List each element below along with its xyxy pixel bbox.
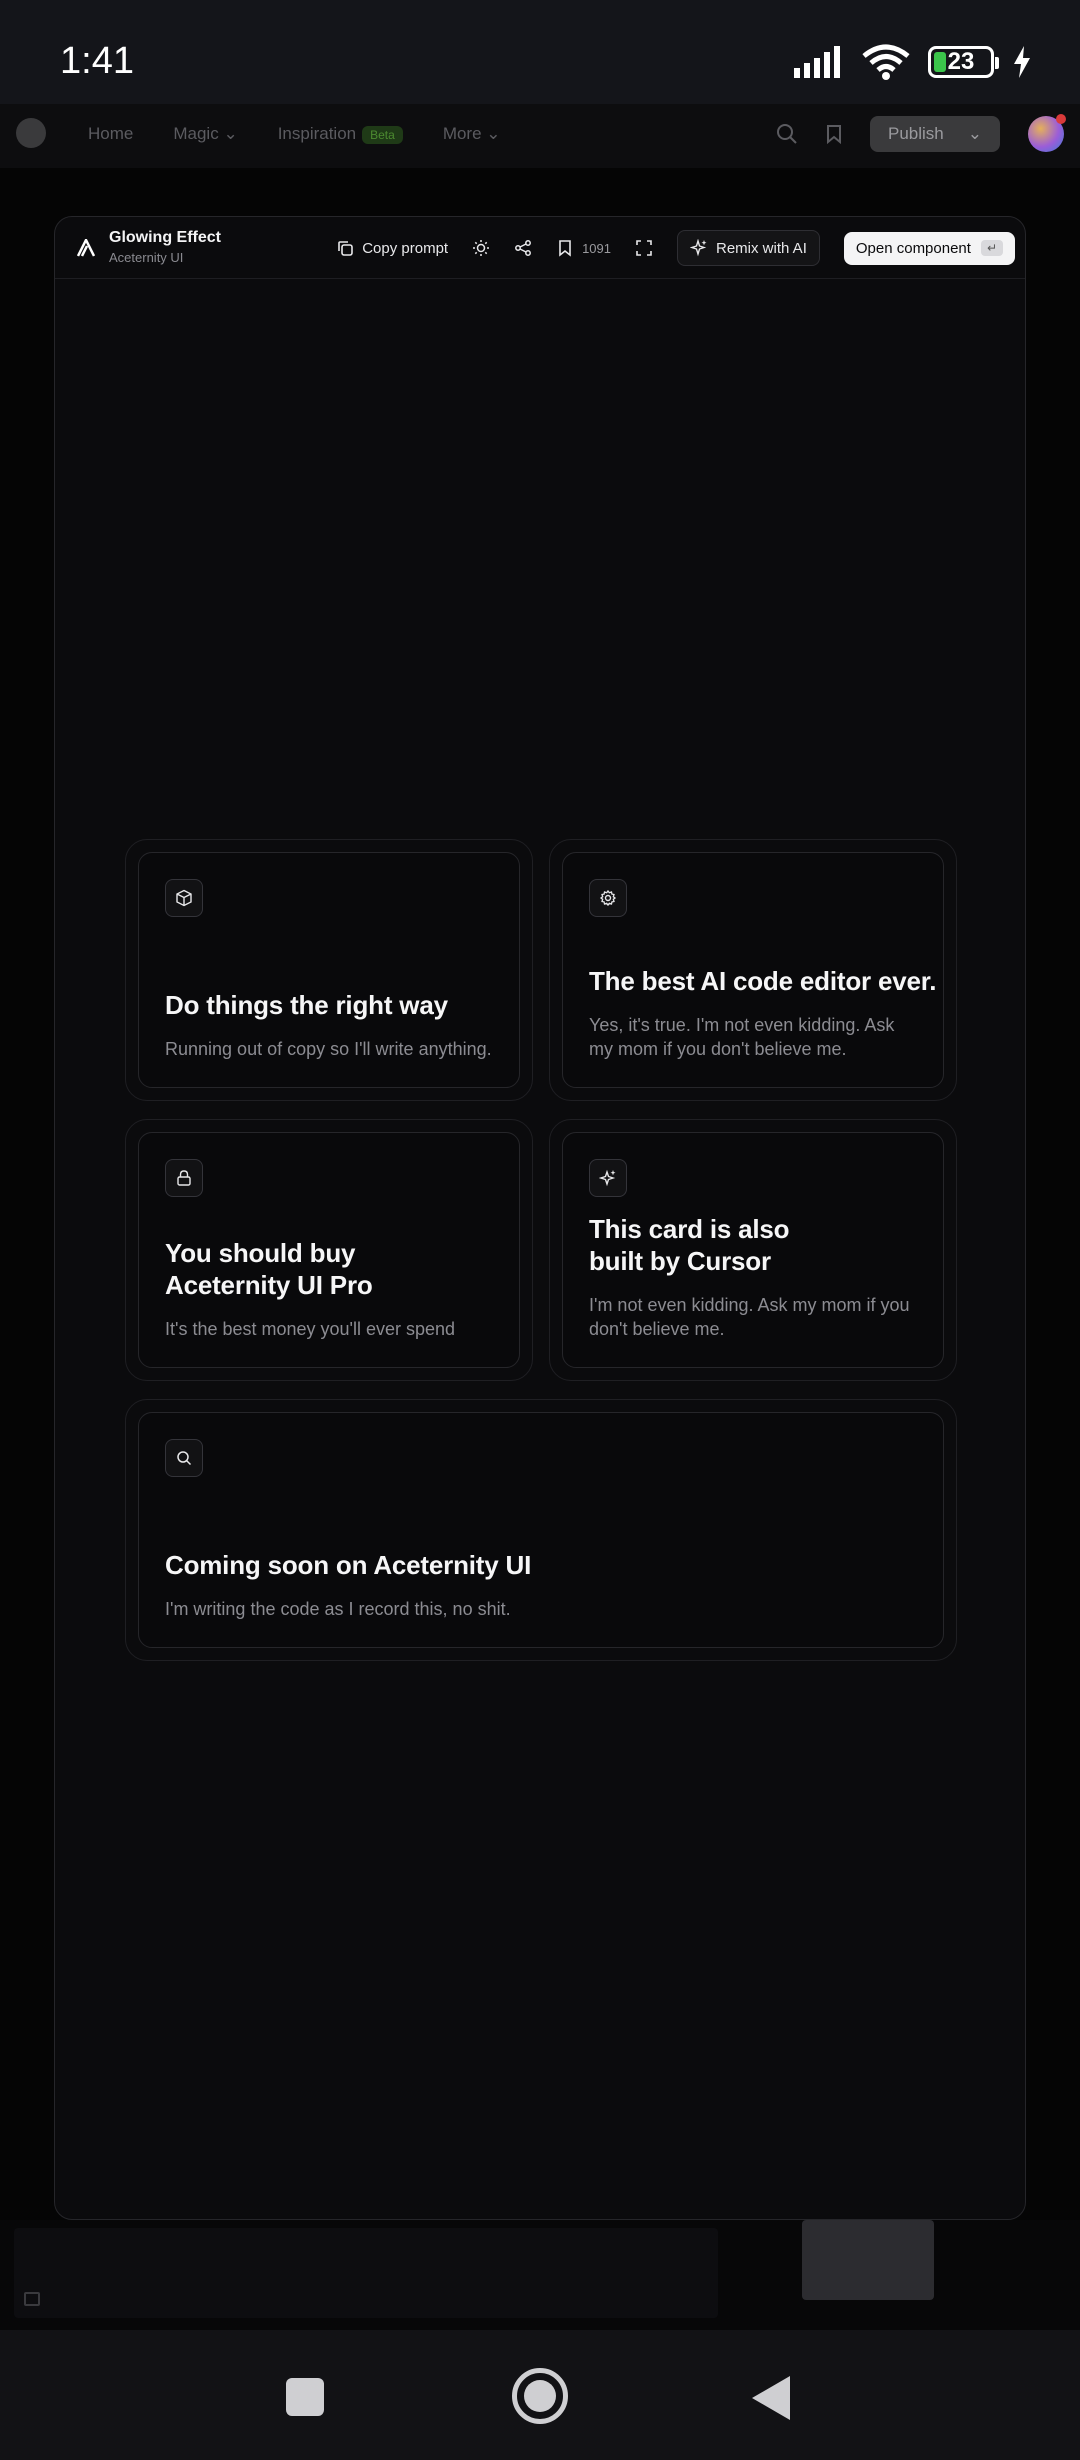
bookmark-count: 1091 — [582, 240, 611, 256]
back-button[interactable] — [752, 2376, 790, 2420]
glowing-card-grid: Do things the right way Running out of c… — [125, 839, 957, 1661]
card-description: I'm writing the code as I record this, n… — [165, 1599, 511, 1619]
site-logo[interactable] — [16, 118, 46, 148]
card-buy-pro: You should buy Aceternity UI Pro It's th… — [125, 1119, 533, 1381]
home-button[interactable] — [512, 2368, 568, 2424]
beta-badge: Beta — [362, 126, 403, 144]
battery-indicator: 23 — [928, 46, 999, 78]
nav-more[interactable]: More ⌄ — [443, 124, 501, 144]
bookmark-icon — [559, 240, 571, 257]
enter-key-hint: ↵ — [980, 240, 1003, 256]
bookmark-icon[interactable] — [826, 124, 842, 144]
card-icon-lock — [165, 1159, 203, 1197]
card-do-things: Do things the right way Running out of c… — [125, 839, 533, 1101]
aceternity-logo-icon — [77, 239, 95, 257]
background-thumbnail — [802, 2220, 934, 2300]
remix-with-ai-button[interactable]: Remix with AI — [677, 230, 820, 266]
card-title: This card is also built by Cursor — [589, 1214, 790, 1276]
component-preview-modal: Glowing Effect Aceternity UI Copy prompt… — [54, 216, 1026, 2220]
copy-prompt-button[interactable]: Copy prompt — [336, 239, 448, 257]
charging-icon — [1014, 46, 1030, 78]
modal-header: Glowing Effect Aceternity UI Copy prompt… — [55, 217, 1025, 279]
sidebar-toggle-icon[interactable] — [24, 2292, 40, 2306]
status-time: 1:41 — [60, 40, 134, 82]
card-icon-search — [165, 1439, 203, 1477]
copy-icon — [338, 241, 354, 256]
card-icon-gear — [589, 879, 627, 917]
publish-button[interactable]: Publish ⌄ — [869, 116, 1000, 152]
fullscreen-icon — [636, 240, 652, 256]
system-nav-bar — [0, 2330, 1080, 2460]
card-description: Yes, it's true. I'm not even kidding. As… — [589, 1015, 895, 1059]
card-icon-sparkles — [589, 1159, 627, 1197]
status-icons: 23 — [794, 44, 1032, 80]
card-title: Coming soon on Aceternity UI — [165, 1550, 532, 1580]
card-built-by-cursor: This card is also built by Cursor I'm no… — [549, 1119, 957, 1381]
component-title: Glowing Effect — [109, 229, 221, 246]
card-description: I'm not even kidding. Ask my mom if you … — [589, 1295, 910, 1339]
bookmark-button[interactable]: 1091 — [556, 239, 611, 257]
nav-inspiration[interactable]: Inspiration Beta — [278, 124, 403, 144]
card-title: Do things the right way — [165, 990, 448, 1020]
background-thumbnail — [14, 2228, 718, 2318]
signal-icon — [794, 46, 840, 78]
nav-home[interactable]: Home — [88, 124, 133, 144]
site-nav: Home Magic ⌄ Inspiration Beta More ⌄ Publ… — [0, 104, 1080, 168]
sparkles-icon — [599, 1169, 616, 1187]
card-description: It's the best money you'll ever spend — [165, 1319, 456, 1339]
search-icon[interactable] — [776, 123, 798, 145]
lock-icon — [177, 1170, 191, 1186]
search-icon — [177, 1451, 192, 1466]
card-best-ai-editor: The best AI code editor ever. Yes, it's … — [549, 839, 957, 1101]
card-coming-soon: Coming soon on Aceternity UI I'm writing… — [125, 1399, 957, 1661]
card-icon-box — [165, 879, 203, 917]
avatar[interactable] — [1028, 114, 1066, 152]
card-title: You should buy Aceternity UI Pro — [165, 1238, 373, 1300]
wifi-icon — [862, 44, 910, 80]
box-icon — [176, 889, 192, 907]
component-author[interactable]: Aceternity UI — [109, 250, 183, 265]
nav-magic[interactable]: Magic ⌄ — [173, 124, 237, 144]
sparkles-icon — [690, 239, 707, 257]
battery-level: 23 — [947, 48, 975, 75]
gear-icon — [599, 889, 617, 907]
sun-icon — [473, 240, 490, 256]
theme-toggle-button[interactable] — [472, 239, 490, 257]
share-icon — [515, 240, 532, 256]
open-component-button[interactable]: Open component ↵ — [843, 231, 1015, 265]
status-bar: 1:41 23 — [0, 0, 1080, 104]
recents-button[interactable] — [286, 2378, 324, 2416]
background-page-preview — [0, 2220, 1080, 2330]
card-title: The best AI code editor ever. — [589, 966, 937, 996]
fullscreen-button[interactable] — [635, 239, 653, 257]
card-description: Running out of copy so I'll write anythi… — [165, 1039, 492, 1059]
share-button[interactable] — [514, 239, 532, 257]
